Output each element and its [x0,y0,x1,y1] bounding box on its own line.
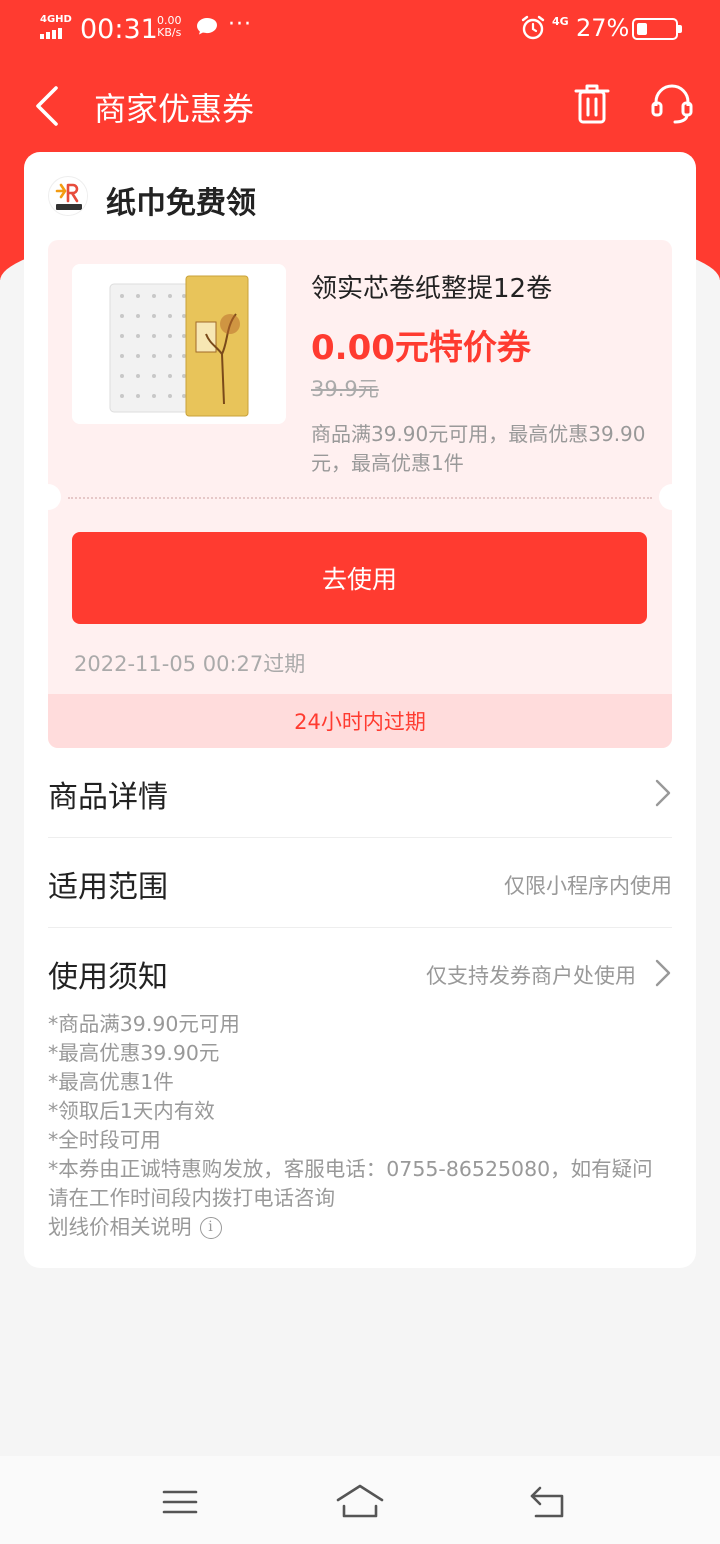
product-image[interactable] [72,264,286,424]
coupon-price-label: 0.00元特价券 [311,328,531,368]
usage-notice-value: 仅支持发券商户处使用 [426,964,636,988]
network-speed: 0.00 KB/s [157,15,182,39]
note-line: *本券由正诚特惠购发放，客服电话：0755-86525080，如有疑问请在工作时… [48,1157,653,1210]
coupon-notch-left [48,484,61,510]
chevron-right-icon [655,779,671,807]
note-line: *领取后1天内有效 [48,1099,215,1123]
coupon-divider [68,497,652,499]
network-type: 4GHD [40,14,72,25]
coupon-panel: 领实芯卷纸整提12卷 0.00元特价券 39.9元 商品满39.90元可用，最高… [48,240,672,748]
coupon-description: 商品满39.90元可用，最高优惠39.90元，最高优惠1件 [311,422,646,475]
system-navigation-bar [0,1456,720,1544]
signal-indicator: 4GHD [40,14,72,40]
note-line: *最高优惠39.90元 [48,1041,220,1065]
headset-icon[interactable] [650,82,694,126]
usage-notes: *商品满39.90元可用 *最高优惠39.90元 *最高优惠1件 *领取后1天内… [48,1010,668,1242]
coupon-notch-right [659,484,672,510]
shop-logo-icon [50,178,87,215]
expire-time: 2022-11-05 00:27过期 [74,652,306,676]
signal-bars-icon [40,28,62,39]
back-button[interactable] [30,82,66,130]
chat-bubble-icon [197,18,217,35]
battery-percent: 27% [576,14,630,42]
note-line: *最高优惠1件 [48,1070,174,1094]
product-details-row[interactable]: 商品详情 [48,748,672,838]
scope-label: 适用范围 [48,870,168,905]
coupon-detail-card: 纸巾免费领 领实芯卷纸整提12卷 0.00元特价券 39.9元 商品满39.90… [24,152,696,1268]
strike-price-note-label: 划线价相关说明 [48,1215,192,1239]
more-notifications-icon: ··· [228,12,252,37]
chevron-right-icon [655,959,671,987]
status-bar: 4GHD 00:31 0.00 KB/s ··· 4G 27% [0,0,720,60]
note-line: *全时段可用 [48,1128,161,1152]
product-details-label: 商品详情 [48,780,168,815]
alarm-icon [521,15,545,40]
return-icon[interactable] [528,1484,570,1520]
page-title: 商家优惠券 [94,90,255,128]
menu-icon[interactable] [160,1486,200,1518]
battery-icon [632,18,682,40]
network-type-right: 4G [552,15,569,28]
product-title: 领实芯卷纸整提12卷 [311,274,553,304]
shop-logo [48,176,88,216]
note-line: *商品满39.90元可用 [48,1012,240,1036]
scope-value: 仅限小程序内使用 [504,874,672,898]
trash-icon[interactable] [572,82,612,126]
scope-row: 适用范围 仅限小程序内使用 [48,838,672,928]
shop-name: 纸巾免费领 [106,186,256,221]
speed-unit: KB/s [157,26,182,39]
usage-notice-label: 使用须知 [48,960,168,995]
navigation-bar: 商家优惠券 [0,62,720,150]
clock: 00:31 [80,14,158,45]
info-icon[interactable]: i [199,1216,222,1239]
strike-price-note-link[interactable]: 划线价相关说明 i [48,1213,668,1242]
expire-notice: 24小时内过期 [48,694,672,748]
usage-notice-row[interactable]: 使用须知 仅支持发券商户处使用 [48,928,672,1018]
home-icon[interactable] [334,1482,386,1522]
use-coupon-button[interactable]: 去使用 [72,532,647,624]
original-price: 39.9元 [311,377,379,401]
toilet-paper-image [72,264,286,424]
